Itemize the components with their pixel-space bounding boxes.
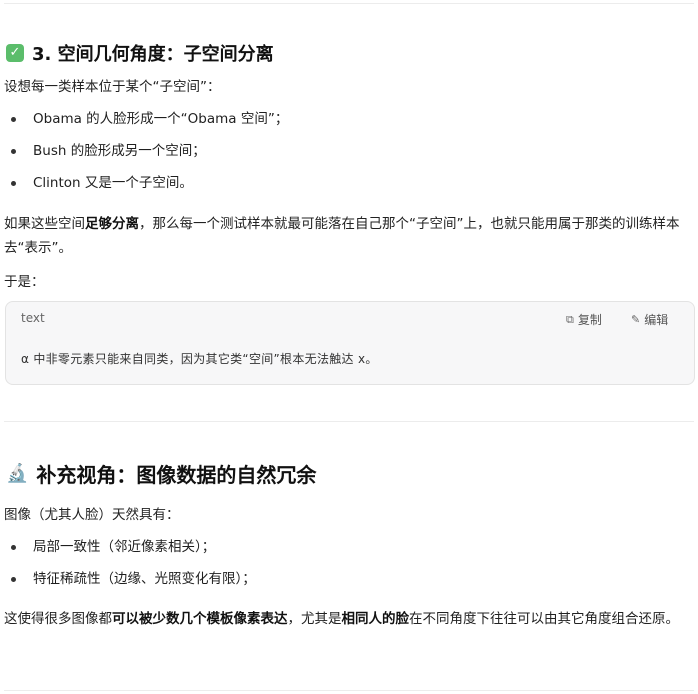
section-heading-subspace: ✓ 3. 空间几何角度：子空间分离 [6,40,274,66]
intro-text: 图像（尤其人脸）天然具有： [4,507,180,523]
edit-label: 编辑 [644,313,669,327]
subspace-list: Obama 的人脸形成一个“Obama 空间”； Bush 的脸形成另一个空间；… [0,103,288,199]
bold-phrase: 相同人的脸 [341,611,410,627]
paragraph-text: 如果这些空间 [4,216,85,232]
edit-button[interactable]: ✎ 编辑 [631,311,668,328]
check-mark-icon: ✓ [6,44,24,62]
paragraph-text: 这使得很多图像都 [4,611,112,627]
list-item: 特征稀疏性（边缘、光照变化有限）； [0,563,256,595]
bottom-divider [4,690,694,691]
copy-button[interactable]: ⧉ 复制 [566,311,602,328]
section-heading-redundancy: 🔬 补充视角：图像数据的自然冗余 [6,459,316,488]
paragraph-text: ，尤其是 [287,611,342,627]
copy-icon: ⧉ [566,312,574,326]
feature-list: 局部一致性（邻近像素相关）； 特征稀疏性（边缘、光照变化有限）； [0,531,256,595]
section-title: 3. 空间几何角度：子空间分离 [32,44,274,65]
top-divider [4,3,694,4]
intro-text: 设想每一类样本位于某个“子空间”： [4,79,221,95]
code-language-label: text [21,311,45,325]
bold-phrase: 足够分离 [85,216,139,232]
section-title: 补充视角：图像数据的自然冗余 [36,463,317,487]
paragraph-text: 在不同角度下往往可以由其它角度组合还原。 [409,611,679,627]
code-content: α 中非零元素只能来自同类，因为其它类“空间”根本无法触达 x。 [21,352,378,366]
list-item: Clinton 又是一个子空间。 [0,167,288,199]
list-item: Bush 的脸形成另一个空间； [0,135,288,167]
summary-paragraph: 这使得很多图像都可以被少数几个模板像素表达，尤其是相同人的脸在不同角度下往往可以… [4,607,694,631]
edit-icon: ✎ [631,313,641,326]
list-item: Obama 的人脸形成一个“Obama 空间”； [0,103,288,135]
microscope-icon: 🔬 [6,463,29,484]
code-block: text ⧉ 复制 ✎ 编辑 α 中非零元素只能来自同类，因为其它类“空间”根本… [5,301,695,385]
list-item: 局部一致性（邻近像素相关）； [0,531,256,563]
bold-phrase: 可以被少数几个模板像素表达 [112,611,288,627]
section-divider [4,421,694,422]
copy-label: 复制 [577,313,602,327]
then-label: 于是： [4,274,45,290]
explanation-paragraph: 如果这些空间足够分离，那么每一个测试样本就最可能落在自己那个“子空间”上，也就只… [4,212,694,260]
